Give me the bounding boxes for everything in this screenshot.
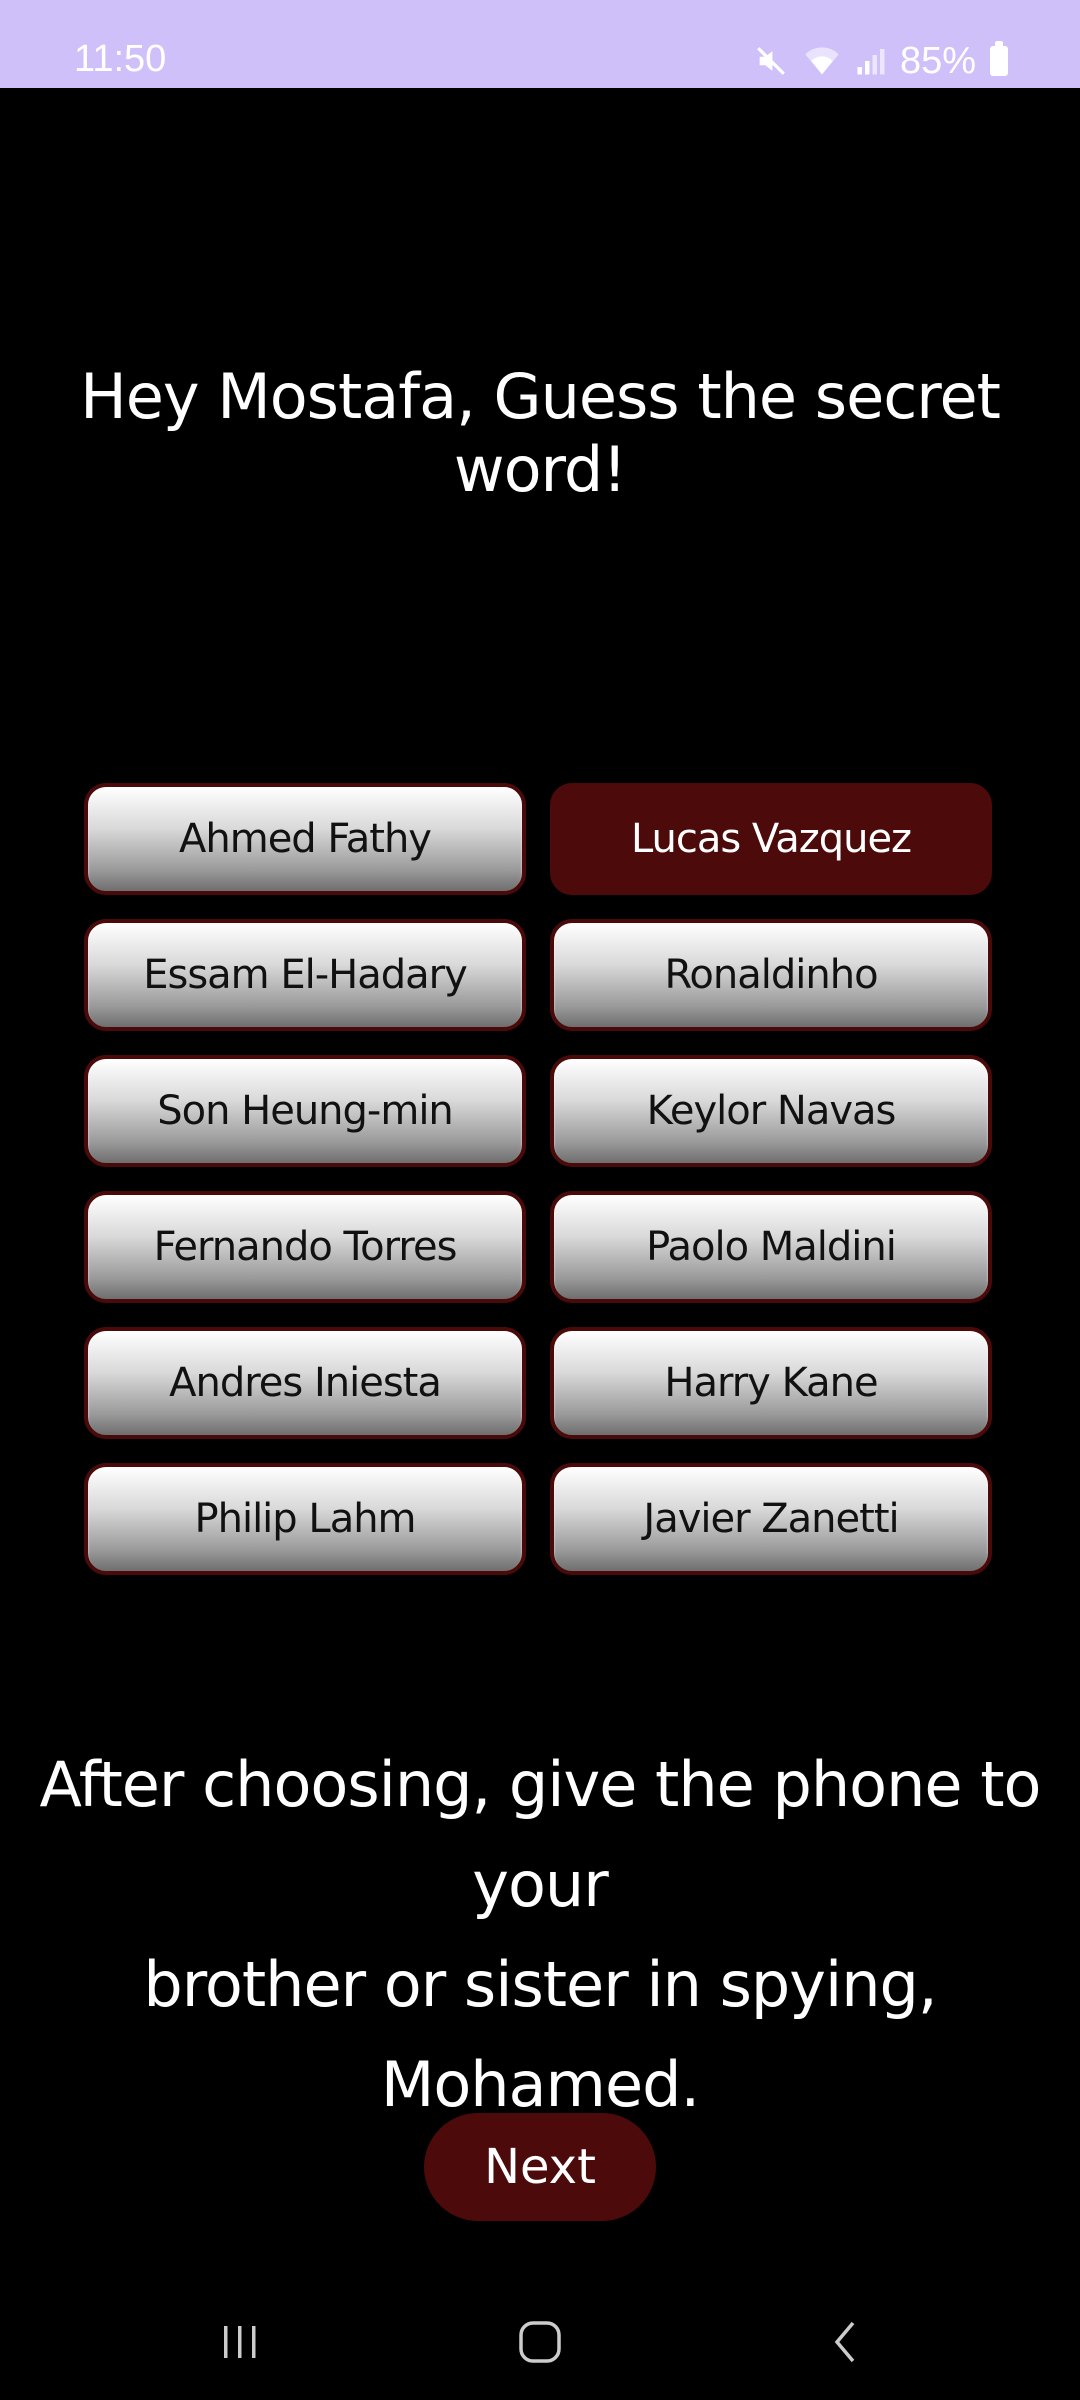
wifi-icon xyxy=(802,44,842,78)
battery-icon xyxy=(990,41,1008,76)
back-icon[interactable] xyxy=(805,2312,885,2372)
option-button[interactable]: Ronaldinho xyxy=(550,919,992,1031)
option-button[interactable]: Harry Kane xyxy=(550,1327,992,1439)
option-button[interactable]: Fernando Torres xyxy=(84,1191,526,1303)
option-button[interactable]: Javier Zanetti xyxy=(550,1463,992,1575)
status-time: 11:50 xyxy=(74,38,167,80)
signal-icon xyxy=(856,45,886,77)
option-button[interactable]: Paolo Maldini xyxy=(550,1191,992,1303)
recent-apps-icon[interactable] xyxy=(200,2312,280,2372)
navigation-bar xyxy=(0,2290,1080,2400)
home-icon[interactable] xyxy=(500,2312,580,2372)
option-button-selected[interactable]: Lucas Vazquez xyxy=(550,783,992,895)
status-icons: 85% xyxy=(754,36,1008,86)
next-button[interactable]: Next xyxy=(424,2113,656,2221)
instruction-text: After choosing, give the phone to your b… xyxy=(20,1735,1060,2135)
option-button[interactable]: Andres Iniesta xyxy=(84,1327,526,1439)
option-button[interactable]: Keylor Navas xyxy=(550,1055,992,1167)
option-button[interactable]: Philip Lahm xyxy=(84,1463,526,1575)
option-button[interactable]: Son Heung-min xyxy=(84,1055,526,1167)
instruction-line-1: After choosing, give the phone to your xyxy=(39,1748,1042,1921)
option-button[interactable]: Ahmed Fathy xyxy=(84,783,526,895)
battery-percent: 85% xyxy=(899,39,976,82)
instruction-line-2: brother or sister in spying, Mohamed. xyxy=(143,1948,937,2121)
option-button[interactable]: Essam El-Hadary xyxy=(84,919,526,1031)
options-grid: Ahmed Fathy Lucas Vazquez Essam El-Hadar… xyxy=(84,783,996,1575)
prompt-heading: Hey Mostafa, Guess the secret word! xyxy=(80,360,1001,506)
mute-icon xyxy=(754,44,788,78)
status-bar: 11:50 85% xyxy=(0,0,1080,88)
